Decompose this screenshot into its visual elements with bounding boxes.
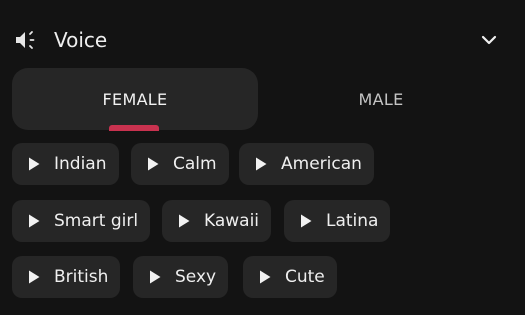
speaker-icon <box>16 31 35 49</box>
play-icon <box>260 270 271 284</box>
voice-label: Smart girl <box>54 211 139 231</box>
voice-label: Kawaii <box>204 211 260 231</box>
voice-chip-american[interactable]: American <box>239 143 374 185</box>
play-icon <box>148 157 159 171</box>
play-icon <box>29 157 40 171</box>
voice-chip-sexy[interactable]: Sexy <box>133 256 229 298</box>
chevron-down-icon[interactable] <box>480 31 498 49</box>
voice-chip-indian[interactable]: Indian <box>12 143 119 185</box>
voice-chip-cute[interactable]: Cute <box>243 256 337 298</box>
voice-label: Calm <box>173 154 217 174</box>
play-icon <box>256 157 267 171</box>
play-icon <box>29 214 40 228</box>
voice-title: Voice <box>54 28 108 52</box>
voice-label: Indian <box>54 154 107 174</box>
play-icon <box>29 270 40 284</box>
gender-tabs: FEMALE MALE <box>12 68 512 130</box>
voice-label: British <box>54 267 109 287</box>
voice-chip-british[interactable]: British <box>12 256 121 298</box>
tab-female[interactable]: FEMALE <box>12 68 258 130</box>
voice-label: Cute <box>285 267 325 287</box>
voice-label: Sexy <box>175 267 217 287</box>
tab-female-label: FEMALE <box>102 89 168 109</box>
voice-chip-smart-girl[interactable]: Smart girl <box>12 200 151 242</box>
voice-chip-latina[interactable]: Latina <box>284 200 391 242</box>
voice-label: Latina <box>326 211 379 231</box>
play-icon <box>150 270 161 284</box>
play-icon <box>301 214 312 228</box>
voice-chip-calm[interactable]: Calm <box>131 143 229 185</box>
active-tab-indicator <box>109 125 159 131</box>
voice-label: American <box>281 154 362 174</box>
play-icon <box>179 214 190 228</box>
tab-male-label: MALE <box>358 89 404 109</box>
voice-chip-kawaii[interactable]: Kawaii <box>162 200 272 242</box>
tab-male[interactable]: MALE <box>258 68 504 130</box>
